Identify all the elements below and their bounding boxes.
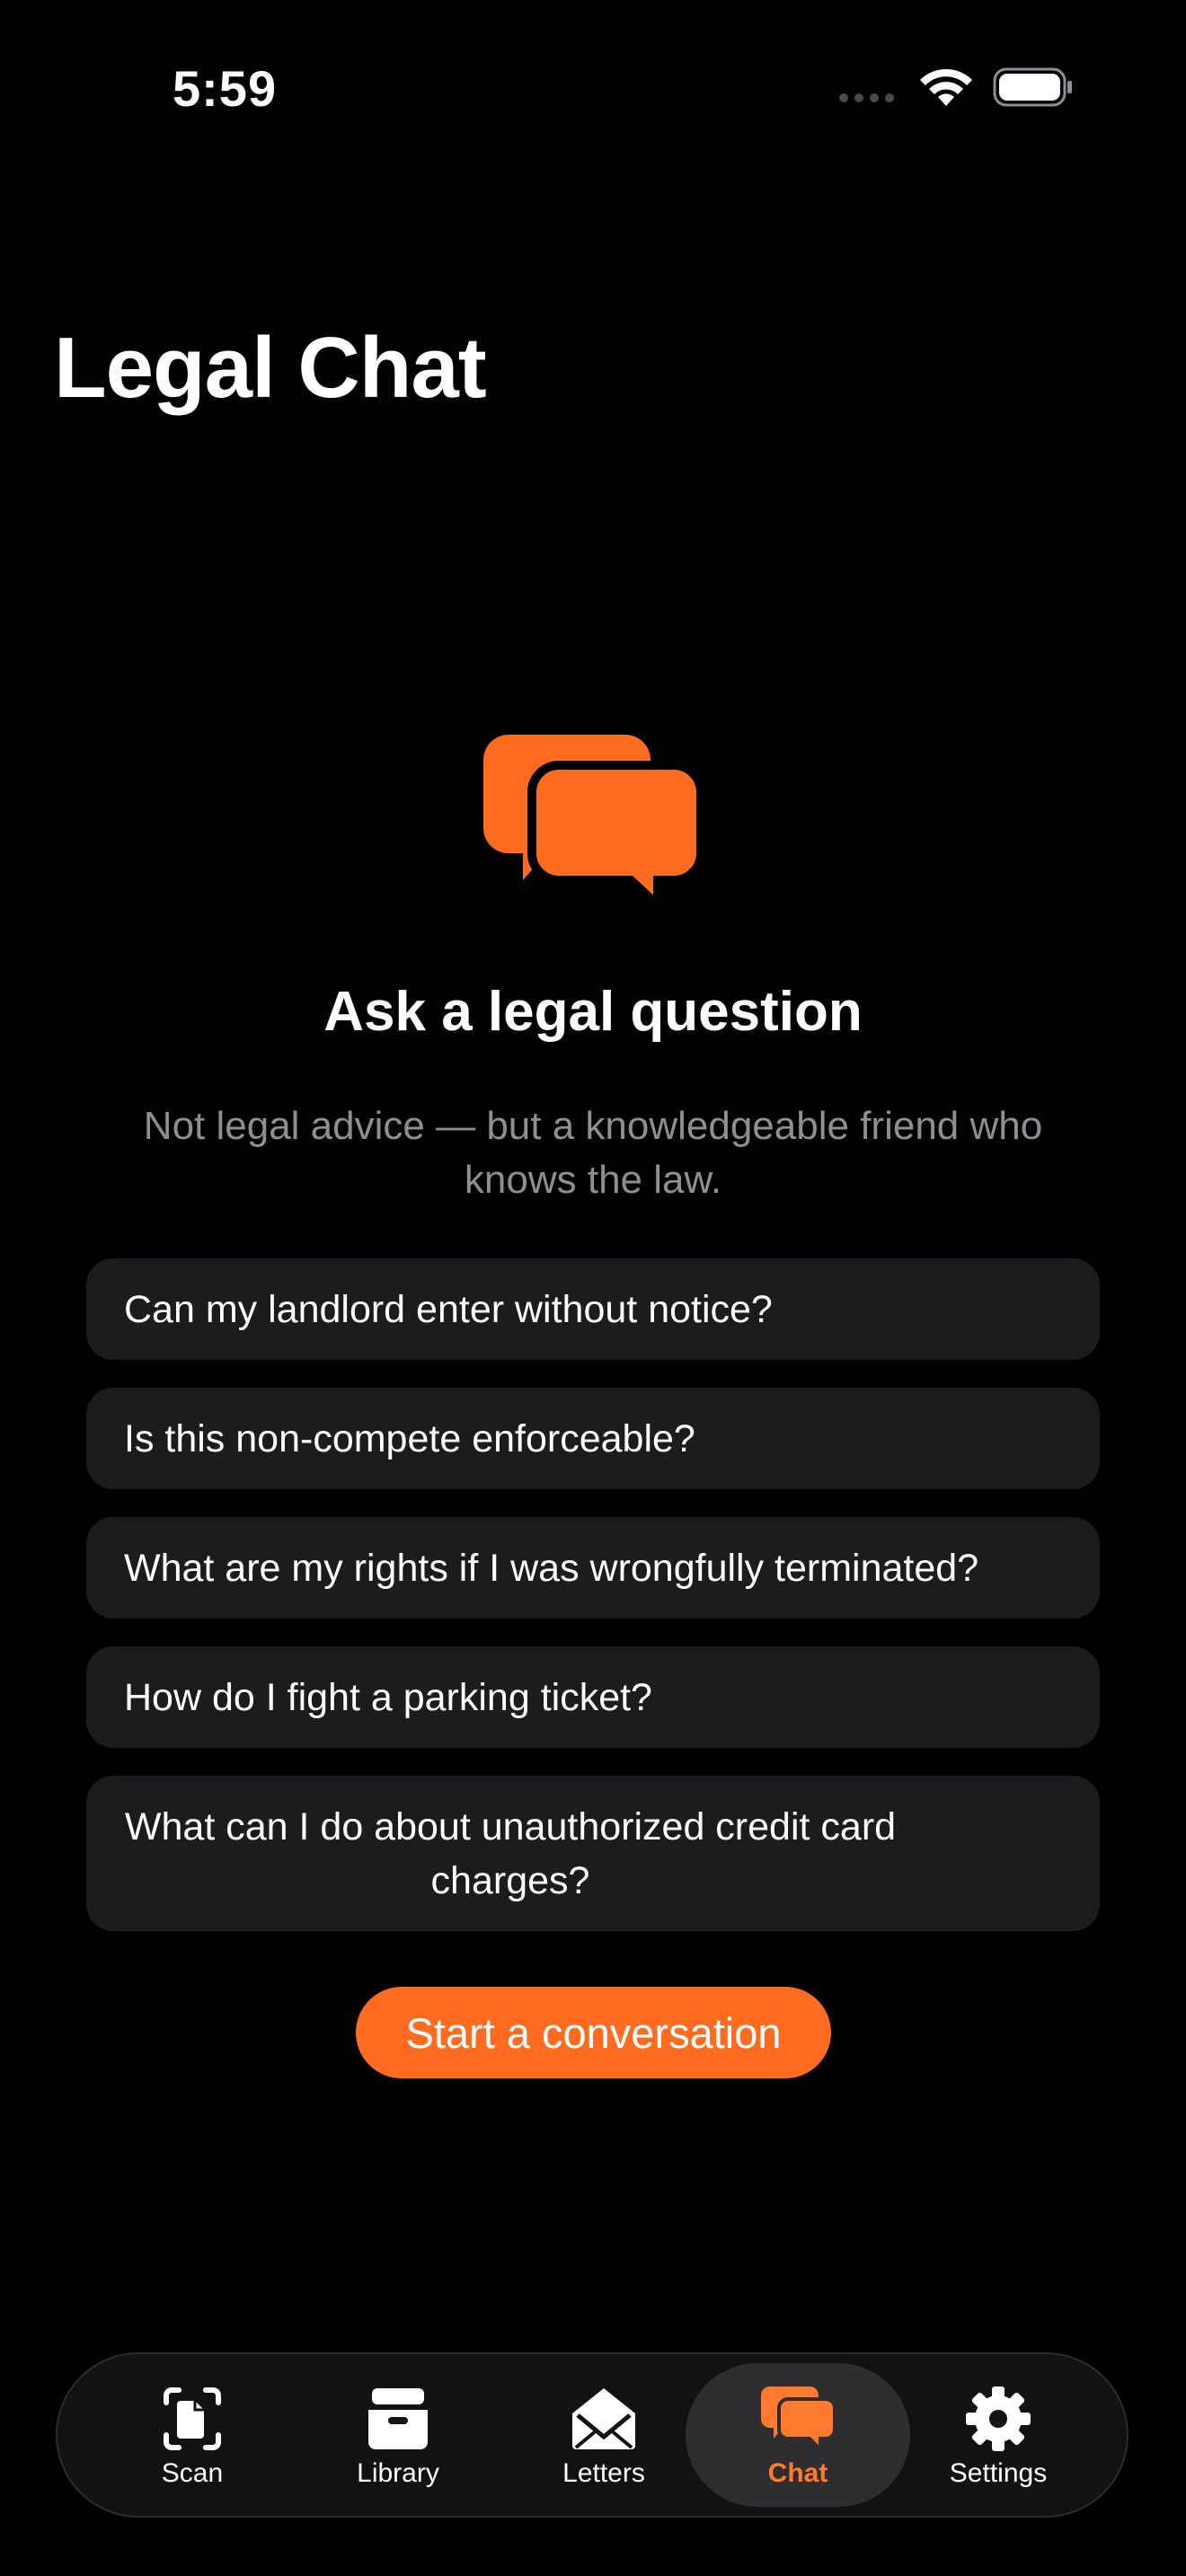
wifi-icon bbox=[920, 68, 972, 106]
tab-chat[interactable]: Chat bbox=[686, 2363, 910, 2507]
suggestion-label: What are my rights if I was wrongfully t… bbox=[124, 1546, 979, 1590]
suggestion-label: How do I fight a parking ticket? bbox=[124, 1675, 652, 1719]
cellular-signal-icon bbox=[839, 93, 894, 102]
tab-label: Library bbox=[357, 2458, 439, 2488]
tab-label: Scan bbox=[161, 2458, 224, 2488]
suggestion-label: What can I do about unauthorized credit … bbox=[124, 1804, 897, 1902]
scan-document-icon bbox=[164, 2387, 221, 2450]
tab-library[interactable]: Library bbox=[286, 2363, 510, 2507]
suggestion-chip[interactable]: Can my landlord enter without notice? bbox=[86, 1258, 1100, 1360]
empty-state-subtitle: Not legal advice — but a knowledgeable f… bbox=[143, 1104, 1043, 1202]
battery-icon bbox=[993, 67, 1072, 107]
gear-icon bbox=[966, 2386, 1031, 2451]
tab-label: Chat bbox=[767, 2458, 828, 2488]
tab-label: Letters bbox=[562, 2458, 645, 2488]
tab-settings[interactable]: Settings bbox=[886, 2363, 1111, 2507]
tab-scan[interactable]: Scan bbox=[80, 2363, 305, 2507]
suggestion-chip[interactable]: What can I do about unauthorized credit … bbox=[86, 1776, 1100, 1931]
suggestion-chip[interactable]: What are my rights if I was wrongfully t… bbox=[86, 1517, 1100, 1619]
chat-bubbles-icon bbox=[761, 2386, 836, 2454]
tray-archive-icon bbox=[368, 2388, 428, 2449]
tab-bar: Scan Library Letters Chat Settings bbox=[56, 2352, 1128, 2518]
suggestion-label: Can my landlord enter without notice? bbox=[124, 1287, 773, 1331]
start-conversation-button[interactable]: Start a conversation bbox=[356, 1987, 831, 2078]
status-bar: 5:59 bbox=[0, 0, 1186, 171]
open-envelope-icon bbox=[572, 2388, 635, 2449]
tab-letters[interactable]: Letters bbox=[491, 2363, 716, 2507]
suggestion-label: Is this non-compete enforceable? bbox=[124, 1416, 695, 1460]
suggestion-chip[interactable]: How do I fight a parking ticket? bbox=[86, 1646, 1100, 1748]
page-title: Legal Chat bbox=[54, 320, 487, 416]
tab-label: Settings bbox=[949, 2458, 1048, 2488]
suggestion-chip[interactable]: Is this non-compete enforceable? bbox=[86, 1388, 1100, 1489]
chat-bubbles-icon bbox=[483, 735, 703, 907]
status-time: 5:59 bbox=[173, 60, 278, 117]
empty-state-heading: Ask a legal question bbox=[323, 981, 863, 1043]
suggestion-list: Can my landlord enter without notice? Is… bbox=[86, 1258, 1100, 1959]
